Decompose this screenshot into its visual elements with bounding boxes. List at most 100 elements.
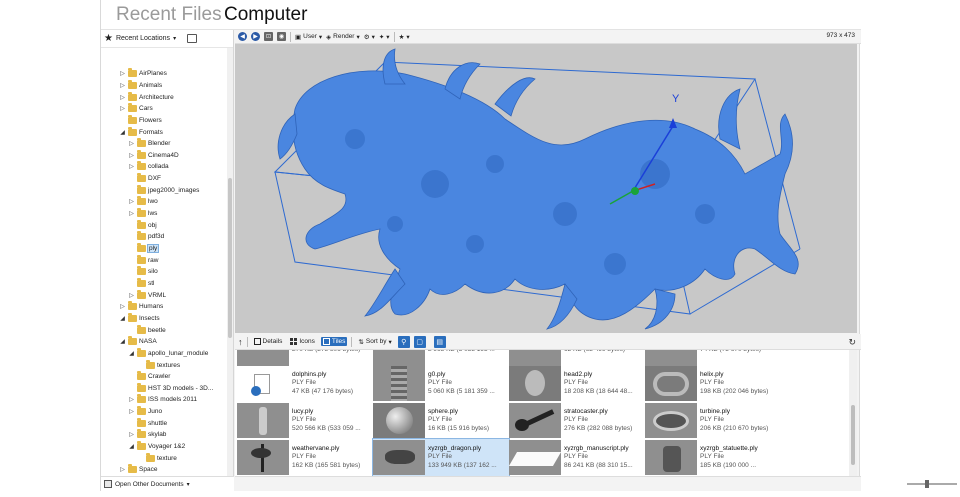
icons-view-button[interactable]: Icons (288, 337, 317, 346)
3d-viewport[interactable]: Y (235, 44, 857, 333)
folder-item[interactable]: ▷ VRML (128, 289, 166, 301)
folder-item[interactable]: silo (128, 266, 158, 278)
favorites-button[interactable]: ★ ▾ (399, 33, 410, 41)
details-view-button[interactable]: Details (252, 337, 285, 346)
expand-toggle-icon[interactable]: ▷ (128, 140, 135, 147)
tab-computer[interactable]: Computer (224, 4, 307, 26)
folder-item[interactable]: ▷ Architecture (119, 91, 174, 103)
file-tile[interactable]: xyzrgb_manuscript.ply PLY File 86 241 KB (… (509, 439, 645, 476)
folder-item[interactable]: DXF (128, 173, 161, 185)
folder-item[interactable]: ply (128, 243, 160, 255)
folder-item[interactable]: ◢ Voyager 1&2 (128, 441, 185, 453)
expand-toggle-icon[interactable]: ▷ (128, 210, 135, 217)
sidebar-scrollbar[interactable] (227, 48, 233, 476)
zoom-slider[interactable] (907, 480, 957, 488)
folder-item[interactable]: shuttle (128, 417, 167, 430)
preview-pane-icon[interactable]: ▤ (433, 335, 446, 348)
file-tile[interactable]: xyzrgb_statuette.ply PLY File 185 KB (190 … (645, 439, 781, 476)
file-tile[interactable]: stratocaster.ply PLY File 276 KB (282 088 … (509, 402, 645, 439)
folder-item[interactable]: raw (128, 254, 158, 266)
folder-item[interactable]: ▷ Space (119, 464, 157, 476)
folder-item[interactable]: pdf3d (128, 231, 164, 243)
expand-toggle-icon[interactable]: ▷ (119, 105, 126, 112)
open-other-documents[interactable]: Open Other Documents ▾ (101, 476, 234, 491)
expand-toggle-icon[interactable]: ▷ (128, 396, 135, 403)
folder-item[interactable]: jpeg2000_images (128, 184, 199, 197)
expand-toggle-icon[interactable]: ▷ (119, 70, 126, 77)
preview-toggle-icon[interactable]: ▢ (413, 335, 426, 348)
folder-item[interactable]: ▷ Blender (128, 138, 170, 150)
expand-toggle-icon[interactable]: ◢ (119, 129, 126, 136)
folder-item[interactable]: ◢ NASA (119, 336, 157, 348)
file-tile[interactable]: head2.ply PLY File 18 208 KB (18 644 48... (509, 365, 645, 402)
folder-item[interactable]: ▷ AirPlanes (119, 68, 167, 80)
chevron-down-icon[interactable]: ▾ (173, 35, 176, 42)
settings-button[interactable]: ⚙ ▾ (364, 33, 375, 41)
refresh-icon[interactable]: ↻ (848, 337, 856, 348)
expand-toggle-icon[interactable]: ▷ (128, 431, 135, 438)
folder-item[interactable]: ▷ skylab (128, 429, 166, 441)
folder-item[interactable]: texture (137, 452, 177, 464)
expand-toggle-icon[interactable]: ▷ (128, 292, 135, 299)
folder-item[interactable]: ▷ Cinema4D (128, 149, 179, 162)
fit-view-icon[interactable]: ⊡ (264, 32, 273, 41)
expand-toggle-icon[interactable]: ▷ (119, 303, 126, 310)
expand-toggle-icon[interactable]: ▷ (119, 82, 126, 89)
folder-item[interactable]: stl (128, 277, 155, 290)
recent-locations-dropdown[interactable]: Recent Locations (116, 35, 170, 42)
expand-toggle-icon[interactable]: ◢ (128, 443, 135, 450)
up-arrow-icon[interactable]: ↑ (238, 337, 243, 347)
folder-item[interactable]: ▷ Animals (119, 79, 162, 92)
folder-item[interactable]: ▷ collada (128, 161, 169, 173)
scrollbar-thumb[interactable] (228, 178, 232, 338)
tiles-view-button[interactable]: Tiles (320, 337, 348, 346)
file-tile[interactable]: lucy.ply PLY File 520 566 KB (533 059 ... (237, 402, 373, 439)
folder-item[interactable]: ▷ Juno (128, 406, 162, 418)
camera-icon[interactable]: ◉ (277, 32, 286, 41)
expand-toggle-icon[interactable]: ▷ (119, 466, 126, 473)
expand-toggle-icon[interactable]: ◢ (119, 315, 126, 322)
filter-icon[interactable]: ⚲ (397, 335, 410, 348)
add-location-icon[interactable] (187, 34, 198, 43)
expand-toggle-icon[interactable]: ▷ (128, 152, 135, 159)
sort-by-button[interactable]: ⇅ Sort by ▾ (356, 337, 393, 347)
render-button[interactable]: ◈ Render ▾ (326, 33, 360, 41)
3d-scene[interactable]: Y (235, 44, 857, 333)
back-icon[interactable]: ◀ (238, 32, 247, 41)
folder-item[interactable]: obj (128, 219, 157, 231)
folder-item[interactable]: ▷ Cars (119, 103, 153, 115)
file-tile[interactable]: weathervane.ply PLY File 162 KB (165 581 b… (237, 439, 373, 476)
file-tile[interactable]: helix.ply PLY File 198 KB (202 046 bytes) (645, 365, 781, 402)
scrollbar-thumb[interactable] (851, 405, 855, 465)
expand-toggle-icon[interactable]: ◢ (128, 350, 135, 357)
file-tile[interactable]: xyzrgb_dragon.ply PLY File 133 949 KB (137… (372, 438, 510, 476)
folder-item[interactable]: ▷ lwo (128, 196, 158, 208)
folder-item[interactable]: ◢ Insects (119, 312, 160, 325)
file-tile[interactable]: g0.ply PLY File 5 060 KB (5 181 359 ... (373, 365, 509, 402)
folder-item[interactable]: beetle (128, 324, 166, 336)
expand-toggle-icon[interactable]: ▷ (128, 163, 135, 170)
folder-item[interactable]: ▷ lws (128, 208, 157, 220)
file-tile[interactable]: sphere.ply PLY File 16 KB (15 916 bytes) (373, 402, 509, 439)
folder-item[interactable]: ◢ Formats (119, 126, 163, 138)
folder-item[interactable]: Flowers (119, 114, 162, 127)
expand-toggle-icon[interactable]: ◢ (119, 338, 126, 345)
forward-icon[interactable]: ▶ (251, 32, 260, 41)
expand-toggle-icon[interactable]: ▷ (128, 408, 135, 415)
file-tile[interactable]: dolphins.ply PLY File 47 KB (47 176 bytes) (237, 365, 373, 402)
folder-item[interactable]: textures (137, 359, 180, 371)
tab-recent-files[interactable]: Recent Files (116, 4, 222, 26)
slider-knob[interactable] (925, 480, 929, 488)
user-view-button[interactable]: ▣ User ▾ (295, 33, 322, 41)
folder-item[interactable]: ◢ apollo_lunar_module (128, 347, 208, 360)
folder-item[interactable]: ▷ Humans (119, 301, 163, 313)
file-tile[interactable]: turbine.ply PLY File 206 KB (210 670 bytes… (645, 402, 781, 439)
light-button[interactable]: ✦ ▾ (379, 33, 390, 41)
expand-toggle-icon[interactable]: ▷ (128, 198, 135, 205)
folder-item[interactable]: HST 3D models - 3D... (128, 382, 213, 395)
star-icon[interactable]: ★ (104, 33, 113, 44)
folder-item[interactable]: ▷ ISS models 2011 (128, 394, 197, 406)
folder-item[interactable]: Crawler (128, 371, 170, 383)
tiles-scrollbar[interactable] (849, 350, 857, 476)
expand-toggle-icon[interactable]: ▷ (119, 94, 126, 101)
